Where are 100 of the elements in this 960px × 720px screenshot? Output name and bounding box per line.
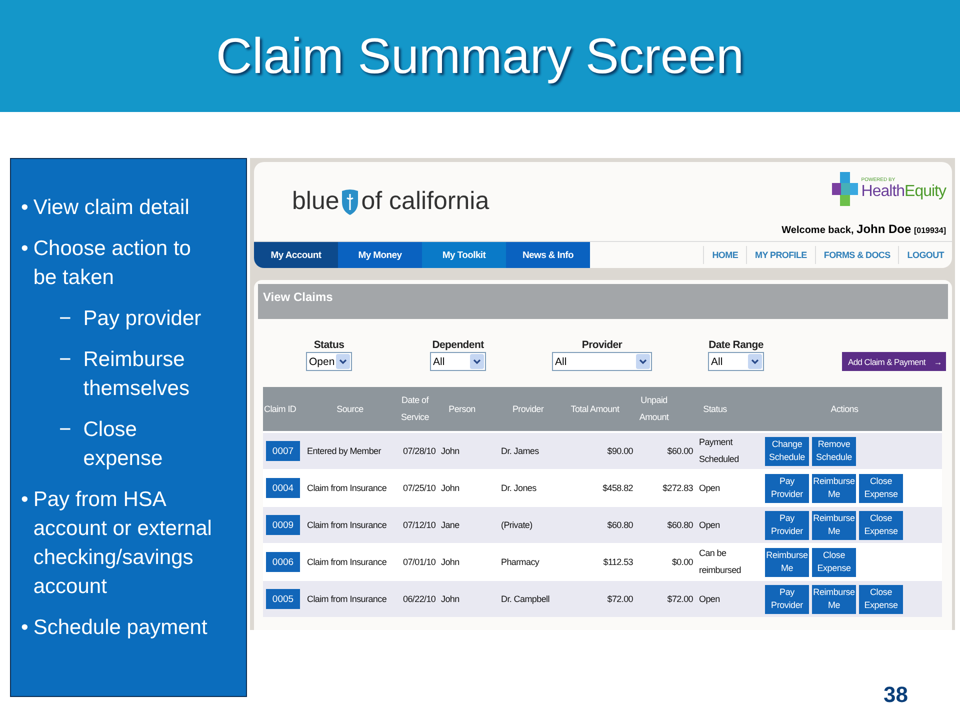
table-cell-text: Entered by Member xyxy=(306,444,382,458)
page-number: 38 xyxy=(884,682,908,708)
table-cell-text: $458.82 xyxy=(602,482,634,494)
table-cell-text: John xyxy=(440,592,460,606)
bullet-marker: • xyxy=(21,195,28,221)
bullet-marker: • xyxy=(21,236,28,262)
table-cell-text: Claim from Insurance xyxy=(306,482,388,494)
table-cell-text: Open xyxy=(698,592,721,606)
cross-logo-icon xyxy=(832,172,858,206)
brand-name: of california xyxy=(361,187,490,216)
action-button[interactable]: Pay Provider xyxy=(765,584,809,614)
nav-link[interactable]: LOGOUT xyxy=(898,246,952,264)
table-cell-text: John xyxy=(440,482,460,494)
bullet-marker: − xyxy=(59,306,72,332)
table-cell-text: Payment Scheduled xyxy=(698,436,740,466)
action-button[interactable]: Close Expense xyxy=(859,474,903,502)
table-cell-text: Claim from Insurance xyxy=(306,556,388,568)
table-cell-text: Pharmacy xyxy=(500,556,540,569)
panel-title: View Claims xyxy=(258,284,948,319)
filter-dropdown[interactable]: All xyxy=(552,352,652,371)
claim-id-button[interactable]: 0009 xyxy=(266,515,300,535)
table-cell-text: $112.53 xyxy=(602,556,634,568)
bullet-marker: − xyxy=(59,347,72,373)
filter-dropdown[interactable]: All xyxy=(708,352,764,371)
filter-label: Date Range xyxy=(708,339,764,351)
action-button[interactable]: Reimburse Me xyxy=(812,510,856,540)
nav-link[interactable]: FORMS & DOCS xyxy=(814,246,898,264)
table-cell-text: Claim from Insurance xyxy=(306,518,388,532)
slide-title: Claim Summary Screen xyxy=(216,27,744,85)
table-cell-text: $0.00 xyxy=(670,556,694,568)
table-cell-text: 07/28/10 xyxy=(402,444,437,458)
welcome-text: Welcome back, John Doe [019934] xyxy=(782,222,946,236)
bullet-marker: • xyxy=(21,487,28,513)
action-button[interactable]: Close Expense xyxy=(859,510,903,540)
filter-label: Dependent xyxy=(432,339,484,351)
action-button[interactable]: Close Expense xyxy=(812,548,856,576)
claim-id-button[interactable]: 0004 xyxy=(266,478,300,498)
table-cell-text: Dr. Jones xyxy=(500,482,538,494)
filter-dropdown[interactable]: Open xyxy=(306,352,352,371)
bullet-text: View claim detail xyxy=(33,195,190,221)
claim-id-button[interactable]: 0005 xyxy=(266,589,300,609)
nav-tab[interactable]: My Money xyxy=(338,242,422,268)
action-button[interactable]: Reimburse Me xyxy=(812,474,856,502)
column-header: Source xyxy=(336,402,364,416)
column-header: Total Amount xyxy=(570,402,620,416)
claim-id-button[interactable]: 0006 xyxy=(266,552,300,572)
bullet-text: Pay from HSA account or external checking/savings account xyxy=(33,487,213,600)
nav-tab[interactable]: My Toolkit xyxy=(422,242,506,268)
nav-link[interactable]: MY PROFILE xyxy=(746,246,815,264)
chevron-icon xyxy=(336,354,350,369)
table-cell-text: Jane xyxy=(440,518,460,532)
table-cell-text: $60.80 xyxy=(606,518,634,532)
table-cell-text: $90.00 xyxy=(606,444,634,458)
table-cell-text: Open xyxy=(698,482,721,495)
nav-tab[interactable]: My Account xyxy=(254,242,338,268)
table-cell-text: $60.00 xyxy=(666,444,694,458)
table-cell-text: 06/22/10 xyxy=(402,592,437,606)
table-cell-text: $272.83 xyxy=(662,482,694,494)
bullet-text: Choose action to be taken xyxy=(33,236,192,291)
add-claim-button[interactable]: Add Claim & Payment → xyxy=(842,352,946,371)
bullet-marker: • xyxy=(21,615,28,641)
bullet-text: Reimburse themselves xyxy=(83,347,190,402)
table-cell-text: 07/25/10 xyxy=(402,482,437,494)
bullet-marker: − xyxy=(59,417,72,443)
partner-name: HealthEquity xyxy=(861,183,946,201)
nav-tab[interactable]: News & Info xyxy=(506,242,590,268)
table-cell-text: Dr. Campbell xyxy=(500,592,550,606)
table-cell-text: $72.00 xyxy=(606,592,634,606)
table-cell-text: (Private) xyxy=(500,518,534,532)
table-cell-text: $60.80 xyxy=(666,518,694,532)
action-button[interactable]: Change Schedule xyxy=(765,436,809,466)
filter-label: Status xyxy=(314,339,344,351)
table-cell-text: John xyxy=(440,444,460,458)
table-cell-text: Open xyxy=(698,518,721,532)
column-header: Status xyxy=(702,402,728,416)
chevron-icon xyxy=(636,354,650,369)
table-cell-text: 07/01/10 xyxy=(402,556,437,568)
action-button[interactable]: Pay Provider xyxy=(765,474,809,502)
column-header: Claim ID xyxy=(263,402,298,416)
column-header: Actions xyxy=(830,402,860,416)
column-header: Provider xyxy=(511,402,545,416)
brand-name: blue xyxy=(292,187,340,216)
column-header: Person xyxy=(448,402,476,416)
action-button[interactable]: Close Expense xyxy=(859,584,903,614)
chevron-icon xyxy=(470,354,484,369)
action-button[interactable]: Reimburse Me xyxy=(765,548,809,576)
table-cell-text: 07/12/10 xyxy=(402,518,437,532)
filter-dropdown[interactable]: All xyxy=(430,352,486,371)
action-button[interactable]: Pay Provider xyxy=(765,510,809,540)
nav-link[interactable]: HOME xyxy=(703,246,746,264)
table-cell-text: $72.00 xyxy=(666,592,694,606)
table-cell-text: Can be reimbursed xyxy=(698,547,742,577)
shield-icon xyxy=(341,188,360,216)
column-header: Date of Service xyxy=(400,394,430,424)
action-button[interactable]: Remove Schedule xyxy=(812,436,856,466)
bullet-text: Schedule payment xyxy=(33,615,208,641)
bullet-text: Close expense xyxy=(83,417,164,472)
action-button[interactable]: Reimburse Me xyxy=(812,584,856,614)
claim-id-button[interactable]: 0007 xyxy=(266,441,300,461)
table-cell-text: Dr. James xyxy=(500,444,540,458)
